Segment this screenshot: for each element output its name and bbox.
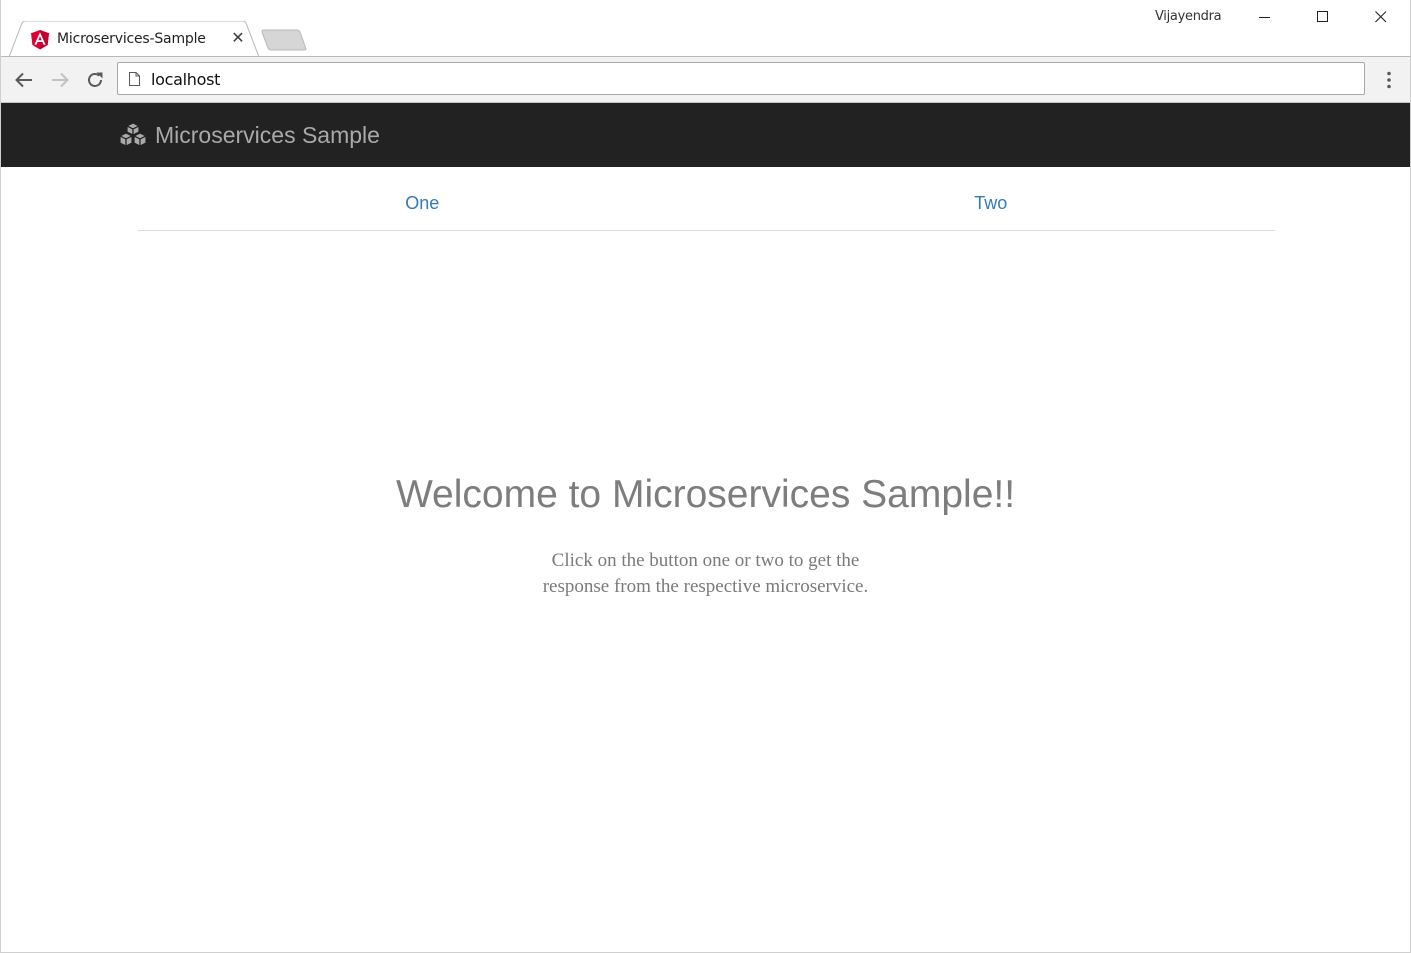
page-content: Microservices Sample One Two Welcome to … <box>1 103 1410 952</box>
app-navbar: Microservices Sample <box>1 103 1410 167</box>
minimize-button[interactable] <box>1236 0 1294 34</box>
maximize-button[interactable] <box>1294 0 1352 34</box>
tab-two[interactable]: Two <box>707 167 1276 230</box>
reload-icon <box>88 72 103 87</box>
browser-menu-button[interactable] <box>1377 66 1401 94</box>
url-text: localhost <box>151 70 221 89</box>
page-icon <box>129 72 140 86</box>
title-bar: Microservices-Sample ✕ Vijayendra <box>1 0 1410 57</box>
tab-close-icon[interactable]: ✕ <box>229 29 247 47</box>
profile-name[interactable]: Vijayendra <box>1155 9 1222 24</box>
browser-tab[interactable]: Microservices-Sample ✕ <box>9 21 259 57</box>
arrow-left-icon <box>15 72 32 88</box>
close-icon <box>1375 11 1387 23</box>
cubes-icon <box>119 122 147 147</box>
welcome-section: Welcome to Microservices Sample!! Click … <box>1 473 1410 600</box>
welcome-description: Click on the button one or two to get th… <box>542 550 869 597</box>
maximize-icon <box>1317 11 1328 22</box>
address-bar[interactable]: localhost <box>117 62 1365 95</box>
arrow-right-icon <box>52 72 69 88</box>
tab-title: Microservices-Sample <box>57 31 206 47</box>
new-tab-button[interactable] <box>261 29 309 51</box>
kebab-menu-icon <box>1387 71 1391 89</box>
close-window-button[interactable] <box>1352 0 1410 34</box>
back-button[interactable] <box>10 66 38 94</box>
brand-name: Microservices Sample <box>155 121 380 148</box>
navbar-brand[interactable]: Microservices Sample <box>118 103 380 167</box>
tab-one[interactable]: One <box>138 167 707 230</box>
welcome-heading: Welcome to Microservices Sample!! <box>395 473 1016 516</box>
reload-button[interactable] <box>81 66 109 94</box>
angular-logo-icon <box>31 30 49 50</box>
minimize-icon <box>1259 17 1270 18</box>
forward-button[interactable] <box>46 66 74 94</box>
service-tabs: One Two <box>138 167 1275 231</box>
browser-toolbar: localhost <box>1 57 1410 103</box>
browser-window: Microservices-Sample ✕ Vijayendra localh… <box>0 0 1411 953</box>
new-tab-icon <box>261 29 307 51</box>
